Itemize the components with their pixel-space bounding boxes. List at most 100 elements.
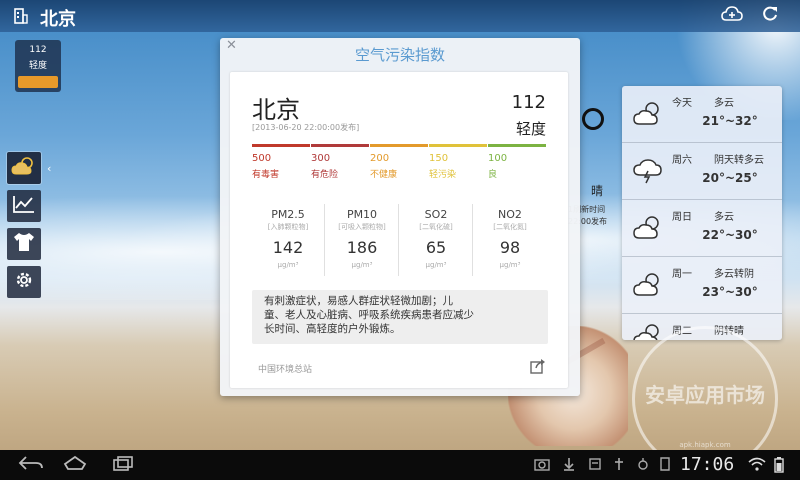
forecast-day: 周一: [672, 269, 692, 280]
share-icon[interactable]: [530, 358, 546, 374]
metric-unit: μg/m³: [499, 261, 521, 269]
forecast-row[interactable]: 周一 多云转阴 23°~30°: [622, 257, 782, 314]
pollutant-metrics: PM2.5 [入肺颗粒物] 142 μg/m³ PM10 [可吸入颗粒物] 18…: [252, 204, 548, 276]
metric-value: 142: [272, 238, 304, 257]
chart-line-icon: [12, 194, 36, 218]
cloud-add-icon[interactable]: [720, 5, 744, 27]
metric-desc: [二氧化氮]: [493, 223, 527, 231]
nav-settings[interactable]: [7, 266, 41, 298]
scale-value: 500: [252, 153, 272, 164]
aqi-badge[interactable]: 112 轻度: [15, 40, 61, 92]
metric-desc: [二氧化硫]: [419, 223, 453, 231]
current-condition: 晴: [591, 184, 604, 198]
aqi-badge-level: 轻度: [28, 61, 47, 71]
metric-unit: μg/m³: [351, 261, 373, 269]
forecast-temp: 21°~32°: [702, 114, 758, 128]
usb-icon: [612, 457, 626, 473]
watermark-url: apk.hiapk.com: [679, 441, 731, 449]
metric-unit: μg/m³: [425, 261, 447, 269]
refresh-icon[interactable]: [758, 5, 782, 27]
scale-line: [429, 144, 487, 147]
metric-name: SO2: [424, 208, 448, 221]
advice-line: 童、老人及心脏病、呼吸系统疾病患者应减少: [264, 309, 474, 321]
partly-cloudy-icon: [632, 322, 666, 340]
advice-line: 长时间、高轻度的户外锻炼。: [264, 323, 401, 335]
data-source: 中国环境总站: [258, 365, 313, 375]
metric-desc: [入肺颗粒物]: [267, 223, 309, 231]
debug-icon: [636, 457, 650, 473]
scale-label: 有毒害: [252, 170, 280, 180]
scale-segment: 100 良: [488, 144, 546, 180]
shirt-icon: [12, 231, 36, 257]
forecast-day: 周日: [672, 212, 692, 223]
partly-cloudy-icon: [632, 214, 666, 242]
scale-value: 150: [429, 153, 449, 164]
city-title[interactable]: 北京: [40, 5, 76, 31]
forecast-condition: 阴天转多云: [714, 155, 764, 166]
nav-clothing[interactable]: [7, 228, 41, 260]
forecast-temp: 23°~30°: [702, 285, 758, 299]
scale-label: 轻污染: [429, 170, 457, 180]
scale-segment: 200 不健康: [370, 144, 428, 180]
metric-unit: μg/m³: [277, 261, 299, 269]
scale-label: 良: [488, 170, 498, 180]
nav-weather[interactable]: [6, 151, 42, 185]
system-bar: 17:06: [0, 450, 800, 480]
metric-no2: NO2 [二氧化氮] 98 μg/m³: [474, 204, 546, 276]
scale-segment: 300 有危险: [311, 144, 369, 180]
aqi-badge-bar: [18, 76, 58, 88]
forecast-panel: 今天 多云 21°~32° 周六 阴天转多云 20°~25° 周日 多云 22°…: [622, 86, 782, 340]
nav-collapse-arrow[interactable]: ‹: [47, 162, 51, 175]
battery-icon: [772, 457, 786, 473]
metric-value: 98: [499, 238, 521, 257]
download-icon: [562, 457, 576, 473]
partly-cloudy-icon: [632, 100, 666, 128]
scale-line: [488, 144, 546, 147]
scale-line: [252, 144, 310, 147]
publish-time: [2013-06-20 22:00:00发布]: [252, 123, 360, 132]
forecast-row[interactable]: 周六 阴天转多云 20°~25°: [622, 143, 782, 200]
notification-icon: [588, 457, 602, 473]
partly-cloudy-icon: [632, 271, 666, 299]
building-icon[interactable]: [14, 7, 28, 25]
forecast-day: 周六: [672, 155, 692, 166]
back-icon[interactable]: [14, 455, 48, 475]
scale-value: 200: [370, 153, 390, 164]
metric-value: 186: [346, 238, 378, 257]
home-icon[interactable]: [58, 455, 92, 475]
metric-pm25: PM2.5 [入肺颗粒物] 142 μg/m³: [252, 204, 325, 276]
metric-desc: [可吸入颗粒物]: [338, 223, 386, 231]
forecast-condition: 多云转阴: [714, 269, 754, 280]
recent-apps-icon[interactable]: [106, 455, 140, 475]
scale-segment: 150 轻污染: [429, 144, 487, 180]
metric-so2: SO2 [二氧化硫] 65 μg/m³: [400, 204, 473, 276]
clock: 17:06: [680, 454, 735, 475]
forecast-row[interactable]: 今天 多云 21°~32°: [622, 86, 782, 143]
metric-pm10: PM10 [可吸入颗粒物] 186 μg/m³: [326, 204, 399, 276]
gear-icon: [13, 269, 35, 295]
nav-trend[interactable]: [7, 190, 41, 222]
forecast-day: 今天: [672, 98, 692, 109]
scale-label: 有危险: [311, 170, 339, 180]
metric-name: PM2.5: [271, 208, 305, 221]
wifi-icon: [748, 457, 766, 473]
weather-icon: [11, 155, 37, 181]
scale-value: 100: [488, 153, 508, 164]
sd-card-icon: [658, 457, 672, 473]
forecast-row[interactable]: 周日 多云 22°~30°: [622, 200, 782, 257]
dialog-title: 空气污染指数: [354, 46, 445, 64]
aqi-dialog: ✕ 空气污染指数 北京 [2013-06-20 22:00:00发布] 112 …: [220, 38, 580, 396]
metric-name: NO2: [498, 208, 522, 221]
forecast-condition: 多云: [714, 98, 734, 109]
health-advice: 有刺激症状，易感人群症状轻微加剧；儿 童、老人及心脏病、呼吸系统疾病患者应减少 …: [252, 290, 548, 344]
aqi-scale: 500 有毒害 300 有危险 200 不健康 150 轻污染 100 良: [252, 144, 548, 188]
forecast-temp: 20°~25°: [702, 171, 758, 185]
scale-segment: 500 有毒害: [252, 144, 310, 180]
watermark-text: 安卓应用市场: [645, 383, 765, 407]
forecast-condition: 多云: [714, 212, 734, 223]
scale-value: 300: [311, 153, 331, 164]
aqi-value: 112: [511, 92, 546, 113]
scale-line: [370, 144, 428, 147]
metric-name: PM10: [346, 208, 378, 221]
aqi-level: 轻度: [515, 120, 546, 138]
